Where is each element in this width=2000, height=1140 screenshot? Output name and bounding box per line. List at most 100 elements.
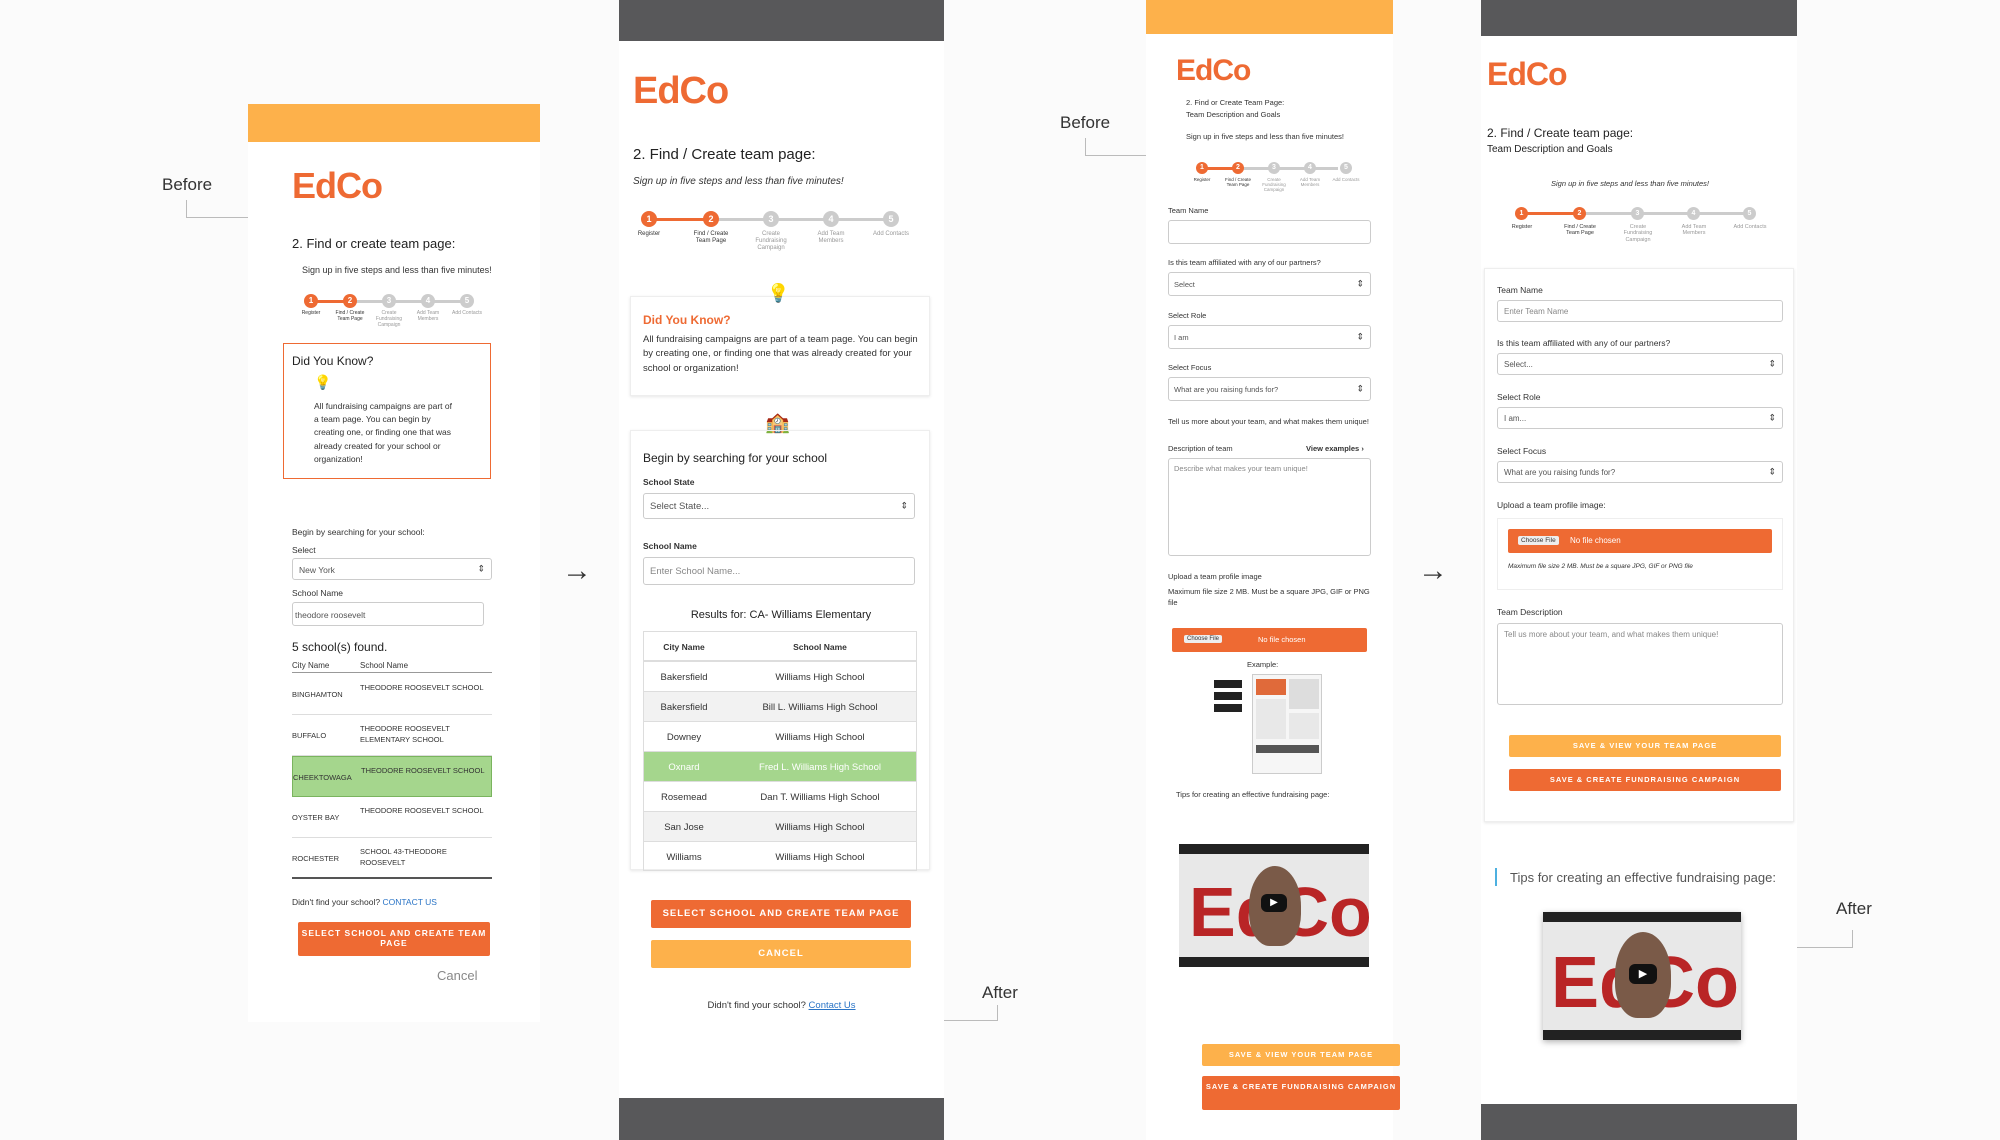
step-2-icon[interactable]: 2: [343, 294, 357, 308]
contact-us-link[interactable]: Contact Us: [809, 1000, 856, 1011]
step-2-icon[interactable]: 2: [1573, 207, 1586, 220]
school-search-card: Begin by searching for your school Schoo…: [630, 430, 930, 871]
state-select[interactable]: Select State... ⇕: [643, 493, 915, 519]
table-row-selected[interactable]: CHEEKTOWAGA THEODORE ROOSEVELT SCHOOL: [292, 756, 492, 797]
role-select[interactable]: I am ⇕: [1168, 325, 1371, 349]
arrow-right-icon-1: →: [562, 554, 592, 587]
step-5-icon[interactable]: 5: [883, 211, 899, 227]
step-4-icon[interactable]: 4: [1687, 207, 1700, 220]
team-form-card: Team Name Enter Team Name Is this team a…: [1484, 268, 1794, 822]
state-select[interactable]: New York ⇕: [292, 558, 492, 580]
step-1-icon[interactable]: 1: [1196, 162, 1208, 174]
select-school-button[interactable]: SELECT SCHOOL AND CREATE TEAM PAGE: [651, 900, 911, 928]
upload-hint: Maximum file size 2 MB. Must be a square…: [1508, 563, 1693, 570]
focus-select[interactable]: What are you raising funds for? ⇕: [1168, 377, 1371, 401]
table-row[interactable]: ROCHESTER SCHOOL 43-THEODORE ROOSEVELT: [292, 838, 492, 879]
step-label: Create Fundraising Campaign: [1262, 177, 1286, 193]
did-you-know-card: 💡 Did You Know? All fundraising campaign…: [630, 283, 930, 396]
upload-hint: Maximum file size 2 MB. Must be a square…: [1168, 587, 1370, 608]
search-title: Begin by searching for your school: [643, 451, 828, 465]
lightbulb-icon: 💡: [767, 283, 790, 303]
step-5-icon[interactable]: 5: [1340, 162, 1352, 174]
select-school-button[interactable]: SELECT SCHOOL AND CREATE TEAM PAGE: [298, 922, 490, 956]
after-label-2: After: [1836, 899, 1872, 918]
team-name-input[interactable]: [1168, 220, 1371, 244]
school-name-input[interactable]: theodore roosevelt: [292, 602, 484, 626]
table-row[interactable]: OYSTER BAY THEODORE ROOSEVELT SCHOOL: [292, 797, 492, 838]
play-icon[interactable]: ▶: [1629, 964, 1657, 984]
choose-file-button[interactable]: Choose File: [1184, 635, 1223, 643]
step-1-icon[interactable]: 1: [1515, 207, 1528, 220]
table-row[interactable]: Downey Williams High School: [644, 722, 916, 752]
did-you-know-title: Did You Know?: [292, 354, 374, 368]
cancel-button[interactable]: CANCEL: [651, 940, 911, 968]
example-label: Example:: [1247, 660, 1279, 669]
contact-us-link[interactable]: CONTACT US: [382, 897, 436, 907]
choose-file-button[interactable]: Choose File: [1518, 536, 1559, 545]
results-header: City Name School Name: [292, 661, 492, 673]
desc-label: Description of team: [1168, 444, 1233, 453]
affiliated-select[interactable]: Select... ⇕: [1497, 353, 1783, 375]
table-row[interactable]: San Jose Williams High School: [644, 812, 916, 842]
video-player[interactable]: EdCo ▶: [1543, 912, 1741, 1040]
step-2-icon[interactable]: 2: [703, 211, 719, 227]
table-row[interactable]: BUFFALO THEODORE ROOSEVELT ELEMENTARY SC…: [292, 715, 492, 756]
focus-label: Select Focus: [1497, 446, 1547, 456]
step-label: Register: [637, 231, 661, 237]
description-textarea[interactable]: Describe what makes your team unique!: [1168, 458, 1371, 556]
play-icon[interactable]: ▶: [1261, 894, 1287, 912]
tips-text: Tips for creating an effective fundraisi…: [1176, 790, 1330, 799]
save-create-button[interactable]: SAVE & CREATE FUNDRAISING CAMPAIGN: [1202, 1076, 1400, 1110]
description-textarea[interactable]: Tell us more about your team, and what m…: [1497, 623, 1783, 705]
affiliated-select[interactable]: Select ⇕: [1168, 272, 1371, 296]
step-progress: 1 2 3 4 5 Register Find / Create Team Pa…: [1512, 207, 1767, 247]
example-callouts: [1214, 680, 1244, 720]
step-label: Create Fundraising Campaign: [755, 231, 787, 251]
before-label-2: Before: [1060, 113, 1111, 132]
step-3-icon[interactable]: 3: [382, 294, 396, 308]
table-row-selected[interactable]: Oxnard Fred L. Williams High School: [644, 752, 916, 782]
step-4-icon[interactable]: 4: [421, 294, 435, 308]
did-you-know-text: All fundraising campaigns are part of a …: [643, 334, 918, 374]
results-count: 5 school(s) found.: [292, 640, 388, 654]
cancel-link[interactable]: Cancel: [437, 968, 477, 983]
table-row[interactable]: Bakersfield Williams High School: [644, 662, 916, 692]
col-school: School Name: [360, 661, 409, 670]
tell-more-text: Tell us more about your team, and what m…: [1168, 417, 1369, 426]
role-select[interactable]: I am... ⇕: [1497, 407, 1783, 429]
save-view-button[interactable]: SAVE & VIEW YOUR TEAM PAGE: [1202, 1044, 1400, 1066]
step-progress: 1 2 3 4 5 Register Find / Create Team Pa…: [302, 294, 484, 334]
search-label: Begin by searching for your school:: [292, 527, 425, 537]
step-3-icon[interactable]: 3: [763, 211, 779, 227]
step-5-icon[interactable]: 5: [460, 294, 474, 308]
table-row[interactable]: Williams Williams High School: [644, 842, 916, 870]
team-desc-label: Team Description: [1497, 607, 1563, 617]
table-row[interactable]: BINGHAMTON THEODORE ROOSEVELT SCHOOL: [292, 674, 492, 715]
step-4-icon[interactable]: 4: [1304, 162, 1316, 174]
video-player[interactable]: EdCo ▶: [1179, 844, 1369, 967]
school-name-label: School Name: [643, 541, 697, 551]
step-3-icon[interactable]: 3: [1631, 207, 1644, 220]
step-4-icon[interactable]: 4: [823, 211, 839, 227]
did-you-know-text: All fundraising campaigns are part of a …: [314, 401, 452, 464]
team-name-input[interactable]: Enter Team Name: [1497, 300, 1783, 322]
step-5-icon[interactable]: 5: [1743, 207, 1756, 220]
table-row[interactable]: Rosemead Dan T. Williams High School: [644, 782, 916, 812]
step-2-icon[interactable]: 2: [1232, 162, 1244, 174]
save-create-button[interactable]: SAVE & CREATE FUNDRAISING CAMPAIGN: [1509, 769, 1781, 791]
school-name-input[interactable]: Enter School Name...: [643, 557, 915, 585]
table-row[interactable]: Bakersfield Bill L. Williams High School: [644, 692, 916, 722]
focus-select[interactable]: What are you raising funds for? ⇕: [1497, 461, 1783, 483]
top-bar: [248, 104, 540, 142]
file-upload[interactable]: Choose File No file chosen: [1172, 628, 1367, 652]
step-3-icon[interactable]: 3: [1268, 162, 1280, 174]
view-examples-link[interactable]: View examples ›: [1306, 444, 1364, 453]
step-label: Add Contacts: [872, 231, 910, 237]
step-1-icon[interactable]: 1: [304, 294, 318, 308]
step-label: Add Team Members: [1681, 224, 1707, 237]
step-label: Find / Create Team Page: [1224, 177, 1251, 188]
save-view-button[interactable]: SAVE & VIEW YOUR TEAM PAGE: [1509, 735, 1781, 757]
upload-box: Choose File No file chosen Maximum file …: [1497, 518, 1783, 590]
step-1-icon[interactable]: 1: [641, 211, 657, 227]
file-upload[interactable]: Choose File No file chosen: [1508, 529, 1772, 553]
